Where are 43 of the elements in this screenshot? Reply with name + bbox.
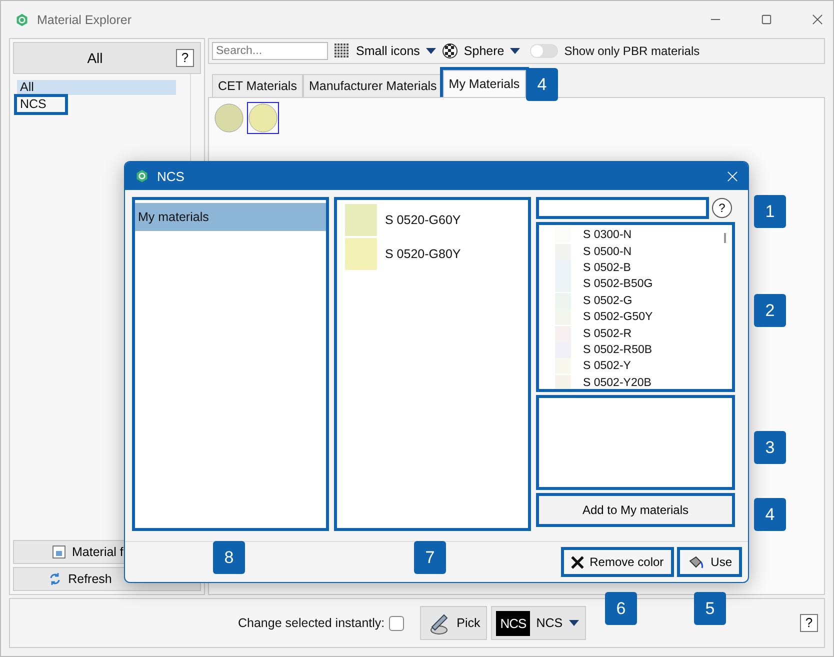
view-dropdown[interactable]: Small icons: [356, 44, 436, 58]
tab[interactable]: My Materials: [442, 70, 526, 97]
pbr-label: Show only PBR materials: [564, 44, 700, 58]
add-button[interactable]: Add to My materials: [536, 493, 735, 527]
help-button[interactable]: ?: [800, 614, 818, 632]
shape-dropdown[interactable]: Sphere: [464, 44, 520, 58]
dialog-title: NCS: [157, 168, 184, 184]
color-name[interactable]: S 0500-N: [583, 246, 632, 258]
callout-badge: 1: [754, 195, 786, 228]
color-name[interactable]: S 0502-R50B: [583, 344, 652, 356]
instant-label: Change selected instantly:: [238, 616, 385, 630]
sidebar-item[interactable]: All: [17, 80, 176, 95]
use-button[interactable]: Use: [676, 547, 742, 577]
callout-badge: 3: [754, 431, 786, 464]
callout-badge: 5: [694, 592, 726, 625]
group-item[interactable]: My materials: [135, 203, 326, 231]
pick-button[interactable]: Pick: [420, 606, 488, 640]
filter-button[interactable]: All: [14, 43, 176, 73]
color-name[interactable]: S 0502-B50G: [583, 278, 653, 290]
callout-badge: 8: [213, 541, 245, 574]
callout-badge: 7: [414, 541, 446, 574]
sidebar-item[interactable]: NCS: [17, 97, 65, 112]
color-name[interactable]: S 0502-G50Y: [583, 311, 653, 324]
color-name[interactable]: S 0502-G: [583, 294, 632, 307]
color-name[interactable]: S 0502-B: [583, 262, 631, 274]
callout-badge: 2: [754, 294, 786, 327]
remove-color-button[interactable]: Remove color: [560, 547, 674, 577]
color-name[interactable]: S 0520-G80Y: [385, 247, 461, 261]
color-name[interactable]: S 0300-N: [583, 229, 632, 242]
callout-badge: 6: [605, 592, 637, 625]
color-name[interactable]: S 0502-Y20B: [583, 376, 652, 389]
search-field[interactable]: Search...: [212, 42, 328, 60]
tab[interactable]: CET Materials: [212, 74, 303, 97]
window-title: Material Explorer: [37, 12, 132, 26]
help-button[interactable]: ?: [176, 49, 194, 67]
color-name[interactable]: S 0520-G60Y: [385, 213, 461, 227]
color-name[interactable]: S 0502-R: [583, 328, 632, 340]
tab[interactable]: Manufacturer Materials: [302, 74, 443, 97]
callout-badge: 4: [526, 68, 558, 101]
help-button[interactable]: ?: [712, 198, 732, 218]
color-name[interactable]: S 0502-Y: [583, 360, 631, 372]
callout-badge: 4: [754, 498, 786, 531]
color-system-dropdown[interactable]: NCS NCS: [491, 606, 586, 640]
